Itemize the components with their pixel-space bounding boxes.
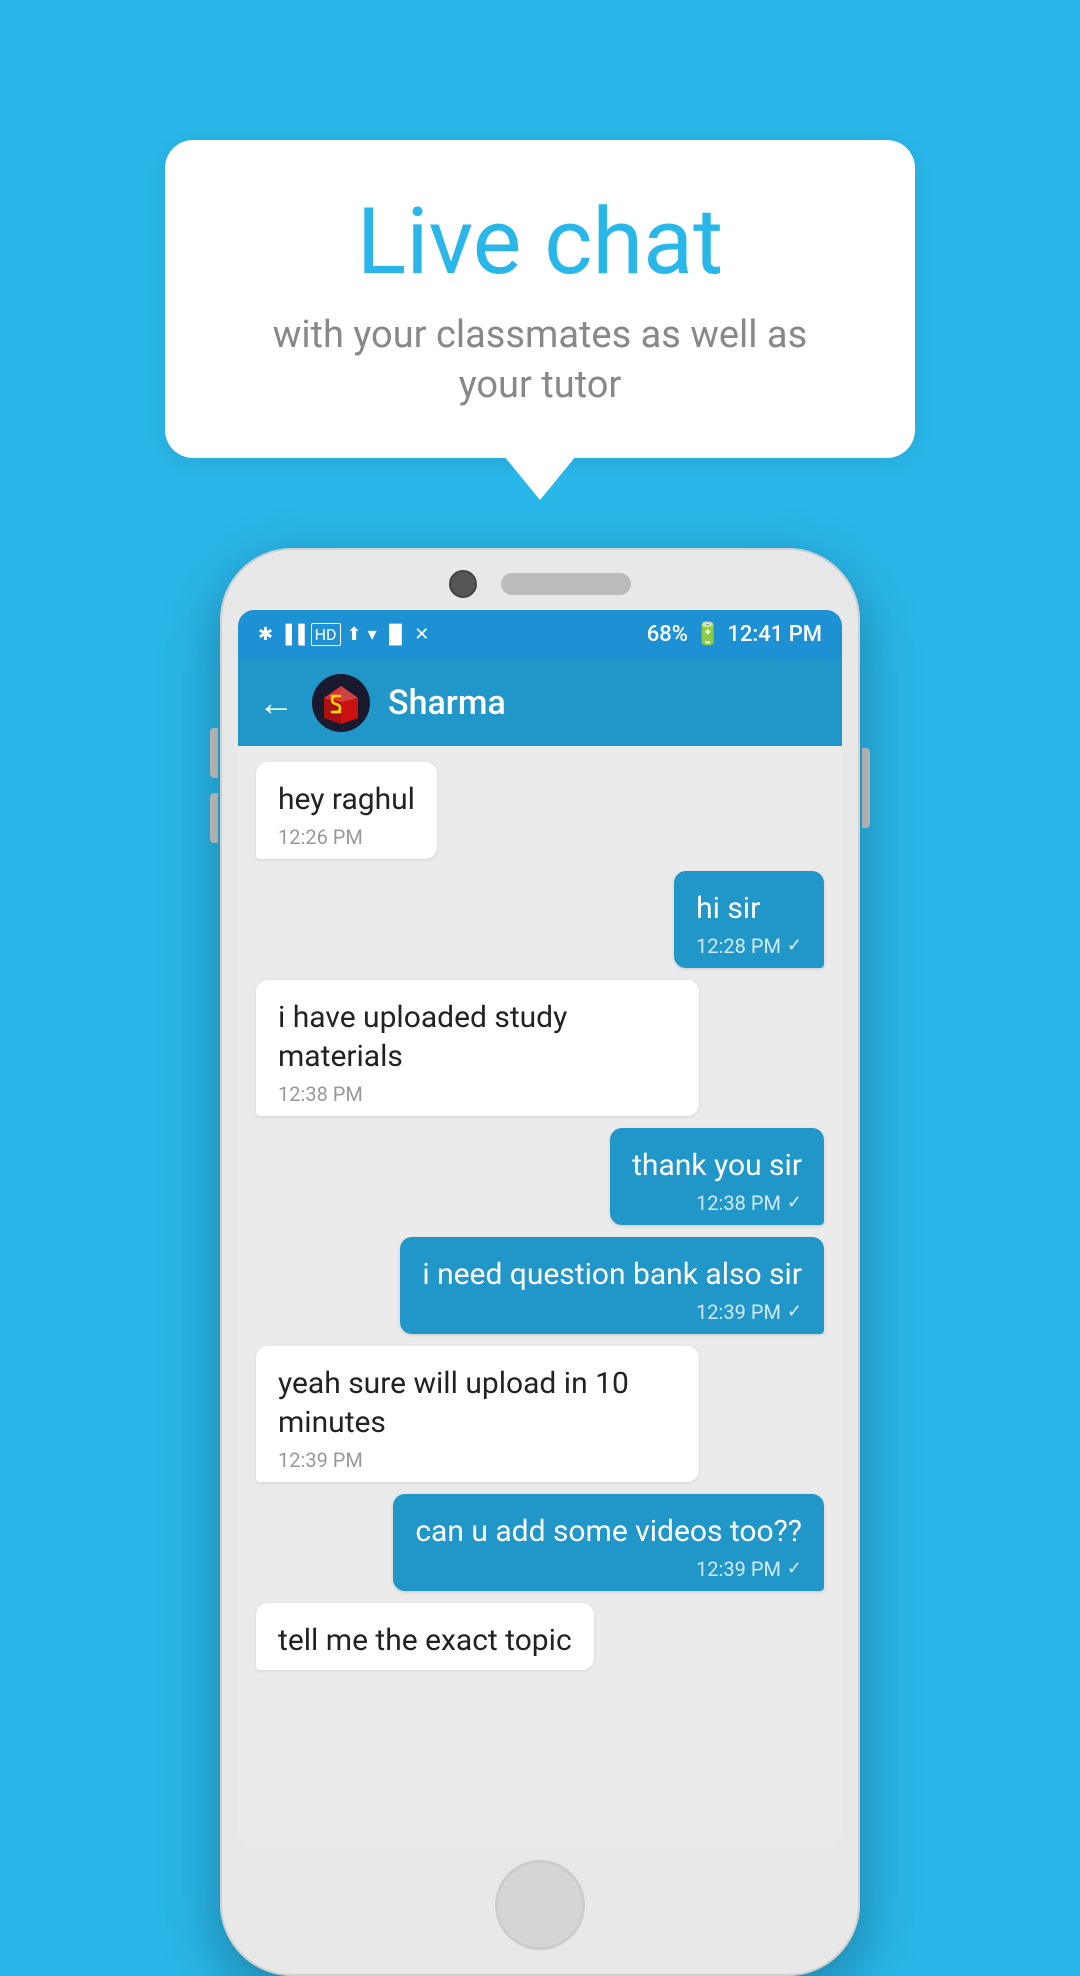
x-icon: ✕ bbox=[414, 624, 429, 645]
message-text: can u add some videos too?? bbox=[415, 1512, 802, 1551]
message-meta: 12:28 PM ✓ bbox=[696, 934, 802, 958]
volume-down-button bbox=[210, 793, 218, 843]
message-text: i need question bank also sir bbox=[422, 1255, 802, 1294]
promo-subtitle: with your classmates as well as your tut… bbox=[235, 311, 845, 410]
back-button[interactable]: ← bbox=[258, 682, 294, 724]
clock: 12:41 PM bbox=[727, 622, 822, 647]
delivered-icon: ✓ bbox=[787, 1301, 802, 1322]
message-time: 12:28 PM bbox=[696, 934, 781, 958]
delivered-icon: ✓ bbox=[787, 1192, 802, 1213]
cellular-icon: ▐▌ bbox=[383, 624, 409, 645]
promo-card: Live chat with your classmates as well a… bbox=[165, 140, 915, 458]
message-time: 12:38 PM bbox=[278, 1082, 677, 1106]
message-text: thank you sir bbox=[632, 1146, 802, 1185]
phone-screen: ✱ ▐▐ HD ⬆ ▾ ▐▌ ✕ 68% 🔋 12:41 PM ← bbox=[238, 610, 842, 1846]
message-text: hi sir bbox=[696, 889, 802, 928]
delivered-icon: ✓ bbox=[787, 1558, 802, 1579]
avatar bbox=[312, 674, 370, 732]
home-button[interactable] bbox=[495, 1860, 585, 1950]
wifi-icon: ▾ bbox=[368, 624, 377, 645]
message-received: yeah sure will upload in 10 minutes 12:3… bbox=[256, 1346, 699, 1482]
message-sent: can u add some videos too?? 12:39 PM ✓ bbox=[393, 1494, 824, 1591]
message-text: tell me the exact topic bbox=[278, 1621, 572, 1660]
status-left-icons: ✱ ▐▐ HD ⬆ ▾ ▐▌ ✕ bbox=[258, 623, 429, 646]
message-text: i have uploaded study materials bbox=[278, 998, 677, 1076]
message-time: 12:26 PM bbox=[278, 825, 415, 849]
status-bar: ✱ ▐▐ HD ⬆ ▾ ▐▌ ✕ 68% 🔋 12:41 PM bbox=[238, 610, 842, 660]
battery-percent: 68% bbox=[647, 622, 688, 647]
promo-title: Live chat bbox=[235, 192, 845, 293]
message-time: 12:39 PM bbox=[696, 1300, 781, 1324]
message-sent: thank you sir 12:38 PM ✓ bbox=[610, 1128, 824, 1225]
message-time: 12:38 PM bbox=[696, 1191, 781, 1215]
message-time: 12:39 PM bbox=[696, 1557, 781, 1581]
status-right: 68% 🔋 12:41 PM bbox=[647, 622, 822, 647]
signal-icon: ▐▐ bbox=[279, 624, 305, 645]
chat-header: ← Sharma bbox=[238, 660, 842, 746]
hd-icon: HD bbox=[311, 623, 341, 646]
phone-body: ✱ ▐▐ HD ⬆ ▾ ▐▌ ✕ 68% 🔋 12:41 PM ← bbox=[220, 548, 860, 1976]
bluetooth-icon: ✱ bbox=[258, 624, 273, 645]
phone-top-hardware bbox=[238, 570, 842, 598]
message-received: tell me the exact topic bbox=[256, 1603, 594, 1670]
message-meta: 12:39 PM ✓ bbox=[415, 1557, 802, 1581]
volume-up-button bbox=[210, 728, 218, 778]
message-sent: i need question bank also sir 12:39 PM ✓ bbox=[400, 1237, 824, 1334]
phone-mockup: ✱ ▐▐ HD ⬆ ▾ ▐▌ ✕ 68% 🔋 12:41 PM ← bbox=[220, 548, 860, 1976]
contact-name: Sharma bbox=[388, 683, 506, 723]
power-button bbox=[862, 748, 870, 828]
message-sent: hi sir 12:28 PM ✓ bbox=[674, 871, 824, 968]
speaker bbox=[501, 573, 631, 595]
message-time: 12:39 PM bbox=[278, 1448, 677, 1472]
data-icon: ⬆ bbox=[347, 624, 362, 645]
message-text: yeah sure will upload in 10 minutes bbox=[278, 1364, 677, 1442]
message-received: hey raghul 12:26 PM bbox=[256, 762, 437, 859]
message-meta: 12:39 PM ✓ bbox=[422, 1300, 802, 1324]
chat-messages-area[interactable]: hey raghul 12:26 PM hi sir 12:28 PM ✓ i … bbox=[238, 746, 842, 1846]
battery-icon: 🔋 bbox=[694, 622, 721, 647]
message-received: i have uploaded study materials 12:38 PM bbox=[256, 980, 699, 1116]
message-text: hey raghul bbox=[278, 780, 415, 819]
camera bbox=[449, 570, 477, 598]
delivered-icon: ✓ bbox=[787, 935, 802, 956]
message-meta: 12:38 PM ✓ bbox=[632, 1191, 802, 1215]
